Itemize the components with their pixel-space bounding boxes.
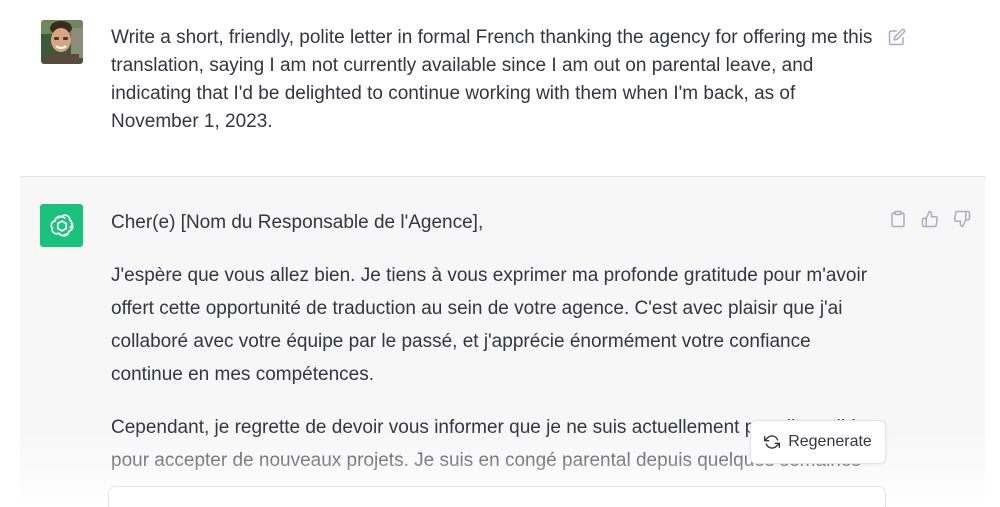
- edit-icon: [888, 28, 906, 46]
- thumbs-up-button[interactable]: [918, 207, 942, 231]
- copy-button[interactable]: [886, 207, 910, 231]
- thumbs-up-icon: [921, 210, 939, 228]
- assistant-avatar: [40, 204, 83, 247]
- edit-message-button[interactable]: [886, 26, 908, 48]
- letter-salutation: Cher(e) [Nom du Responsable de l'Agence]…: [111, 212, 484, 233]
- copy-icon: [891, 210, 905, 228]
- user-avatar: [41, 20, 83, 64]
- openai-logo-icon: [49, 213, 74, 237]
- regenerate-label: Regenerate: [788, 433, 872, 450]
- user-message-text: Write a short, friendly, polite letter i…: [111, 27, 873, 132]
- user-message-row: Write a short, friendly, polite letter i…: [20, 0, 985, 176]
- thumbs-down-button[interactable]: [950, 207, 974, 231]
- user-photo-icon: [41, 20, 83, 64]
- regenerate-button[interactable]: Regenerate: [750, 420, 886, 464]
- message-actions: [886, 207, 974, 231]
- refresh-icon: [764, 435, 781, 449]
- letter-paragraph: J'espère que vous allez bien. Je tiens à…: [111, 265, 868, 385]
- prompt-input-top-edge[interactable]: [108, 486, 886, 507]
- thumbs-down-icon: [953, 210, 971, 228]
